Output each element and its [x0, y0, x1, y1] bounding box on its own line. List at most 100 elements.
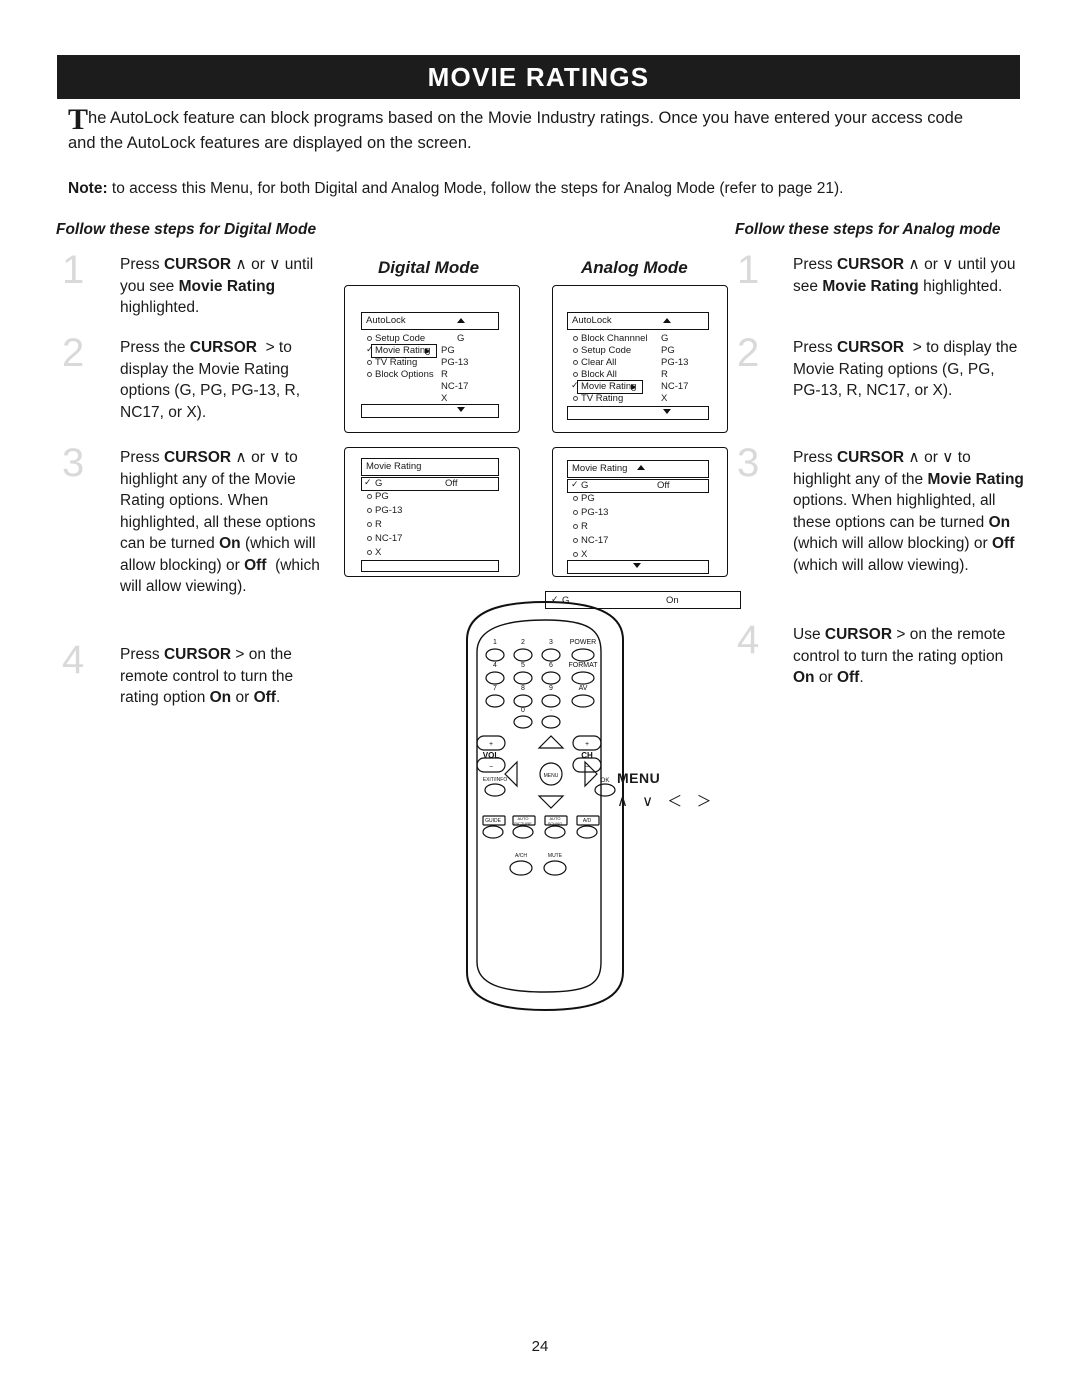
digital-menu2-row-label[interactable]: PG — [375, 491, 389, 502]
analog-menu1-row-value: PG-13 — [661, 357, 689, 368]
analog-menu2-row-label[interactable]: NC-17 — [581, 535, 608, 546]
svg-text:5: 5 — [521, 662, 525, 669]
bullet-icon — [573, 360, 578, 365]
analog-menu1-row-label[interactable]: Setup Code — [581, 345, 631, 356]
svg-text:A/D: A/D — [583, 818, 592, 824]
bullet-icon — [367, 372, 372, 377]
analog-menu1-row-value: PG — [661, 345, 675, 356]
svg-text:3: 3 — [549, 639, 553, 646]
svg-text:+: + — [585, 741, 589, 748]
analog-mode-title: Analog Mode — [581, 258, 688, 277]
digital-menu2-header: Movie Rating — [366, 461, 422, 472]
digital-menu1-row-label[interactable]: Setup Code — [375, 333, 425, 344]
digital-menu2-row-label[interactable]: PG-13 — [375, 505, 402, 516]
svg-text:2: 2 — [521, 639, 525, 646]
intro-text: he AutoLock feature can block programs b… — [68, 109, 964, 152]
bullet-icon — [367, 522, 372, 527]
step-text: Press the CURSOR > to display the Movie … — [120, 339, 301, 421]
svg-text:POWER: POWER — [570, 639, 596, 646]
svg-text:CH: CH — [581, 751, 593, 760]
analog-menu1-header: AutoLock — [572, 315, 612, 326]
intro-paragraph: The AutoLock feature can block programs … — [68, 105, 988, 156]
bullet-icon — [573, 496, 578, 501]
step-number: 4 — [737, 618, 760, 662]
svg-text:−: − — [585, 764, 589, 771]
analog-menu2-screen: Movie Rating ✓ G Off PG PG-13 R NC-17 X — [552, 447, 728, 577]
step-text: Press CURSOR ∧ or ∨ until you see Movie … — [120, 256, 314, 316]
analog-menu1-row-label[interactable]: Clear All — [581, 357, 616, 368]
digital-menu1-screen: AutoLock Setup Code G ✓ Movie Rating PG … — [344, 285, 520, 433]
analog-menu2-row-label[interactable]: R — [581, 521, 588, 532]
digital-menu1-row-value: X — [441, 393, 448, 404]
page-title-bar: MOVIE RATINGS — [57, 55, 1020, 99]
step-number: 3 — [62, 441, 85, 485]
digital-menu1-row-value: PG — [441, 345, 455, 356]
note-text: Note: to access this Menu, for both Digi… — [68, 180, 844, 197]
step-text: Use CURSOR > on the remote control to tu… — [793, 626, 1006, 686]
analog-menu1-row-value: R — [661, 369, 668, 380]
digital-menu1-row-value: PG-13 — [441, 357, 469, 368]
chevron-right-icon — [631, 384, 636, 390]
scroll-up-icon — [663, 318, 671, 323]
digital-menu2-footer-bar — [361, 560, 499, 572]
analog-menu2-row-label[interactable]: PG-13 — [581, 507, 608, 518]
analog-menu2-state: Off — [657, 480, 670, 491]
analog-menu2-header: Movie Rating — [572, 463, 628, 474]
note-paragraph: Note: to access this Menu, for both Digi… — [68, 178, 1008, 200]
analog-menu2-row-label[interactable]: X — [581, 549, 587, 560]
svg-text:+: + — [489, 741, 493, 748]
scroll-up-icon — [457, 318, 465, 323]
menu-callout-arrows: ∧ ∨ ＜ ＞ — [617, 793, 717, 810]
digital-menu2-row-label[interactable]: NC-17 — [375, 533, 402, 544]
bullet-icon — [573, 372, 578, 377]
svg-text:·: · — [550, 707, 552, 714]
analog-status-value: On — [666, 595, 679, 606]
digital-menu2-state: Off — [445, 478, 458, 489]
svg-text:6: 6 — [549, 662, 553, 669]
bullet-icon — [367, 336, 372, 341]
svg-text:AV: AV — [579, 685, 588, 692]
digital-mode-title: Digital Mode — [378, 258, 480, 277]
check-icon: ✓ — [571, 380, 579, 390]
analog-steps-heading: Follow these steps for Analog mode — [735, 221, 1001, 238]
analog-menu1-row-label[interactable]: TV Rating — [581, 393, 623, 404]
check-icon: ✓ — [571, 479, 579, 489]
analog-menu1-row-label[interactable]: Block Channnel — [581, 333, 648, 344]
digital-menu2-row-label[interactable]: R — [375, 519, 382, 530]
analog-menu1-footer-bar — [567, 406, 709, 420]
step-number: 1 — [62, 248, 85, 292]
analog-menu1-row-label[interactable]: Movie Rating — [581, 381, 636, 392]
remote-svg: 1 2 3 POWER 4 5 6 FORMAT 7 8 9 AV 0 · + − + − VOL CH… — [466, 600, 624, 1012]
svg-text:7: 7 — [493, 685, 497, 692]
analog-menu1-row-label[interactable]: Block All — [581, 369, 617, 380]
digital-menu1-row-label[interactable]: Block Options — [375, 369, 434, 380]
bullet-icon — [367, 536, 372, 541]
svg-text:A/CH: A/CH — [515, 853, 527, 859]
digital-menu1-row-label[interactable]: TV Rating — [375, 357, 417, 368]
remote-control-illustration: 1 2 3 POWER 4 5 6 FORMAT 7 8 9 AV 0 · + − + − VOL CH… — [455, 600, 635, 1020]
svg-text:VOL: VOL — [483, 751, 500, 760]
digital-menu2-row-label[interactable]: G — [375, 478, 382, 489]
step-number: 3 — [737, 441, 760, 485]
digital-menu2-screen: Movie Rating ✓ G Off PG PG-13 R NC-17 X — [344, 447, 520, 577]
digital-menu1-row-label[interactable]: Movie Rating — [375, 345, 430, 356]
scroll-down-icon — [457, 407, 465, 412]
svg-text:8: 8 — [521, 685, 525, 692]
digital-menu1-row-value: NC-17 — [441, 381, 469, 392]
analog-menu1-row-value: X — [661, 393, 668, 404]
bullet-icon — [573, 510, 578, 515]
svg-text:GUIDE: GUIDE — [485, 818, 502, 824]
digital-menu2-row-label[interactable]: X — [375, 547, 381, 558]
digital-menu1-footer-bar — [361, 404, 499, 418]
svg-text:SOUND: SOUND — [548, 821, 563, 826]
analog-menu2-row-label[interactable]: G — [581, 480, 588, 491]
bullet-icon — [367, 508, 372, 513]
digital-menu1-row-value: G — [457, 333, 465, 344]
digital-steps-heading: Follow these steps for Digital Mode — [56, 221, 317, 238]
bullet-icon — [367, 494, 372, 499]
chevron-right-icon — [425, 348, 430, 354]
analog-menu2-row-label[interactable]: PG — [581, 493, 595, 504]
bullet-icon — [573, 348, 578, 353]
scroll-down-icon — [663, 409, 671, 414]
step-number: 2 — [737, 331, 760, 375]
